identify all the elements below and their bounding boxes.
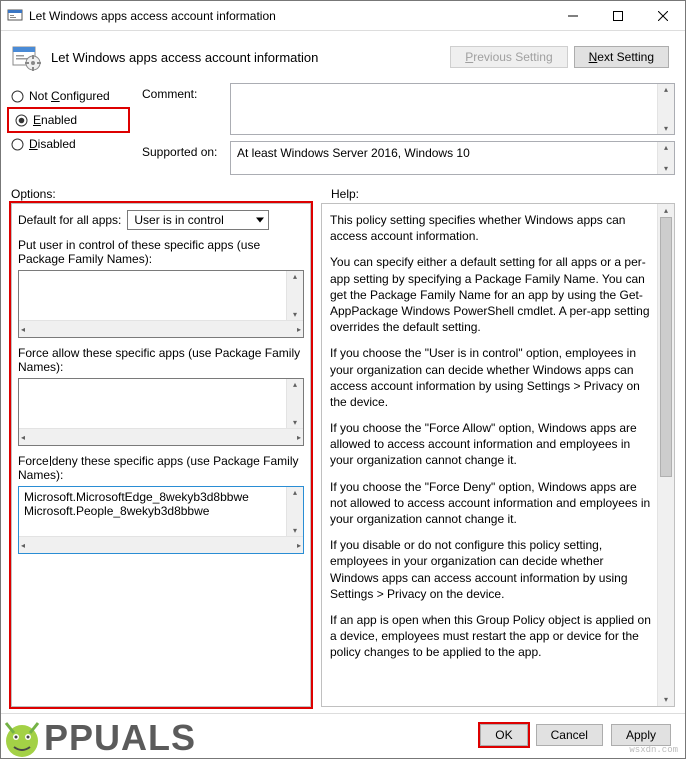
help-panel-container: This policy setting specifies whether Wi… [321,203,675,707]
help-text: You can specify either a default setting… [330,254,652,335]
force-allow-listbox[interactable]: ▴ ▾ ◂ ▸ [18,378,304,446]
chevron-up-icon: ▴ [664,142,668,153]
policy-header: Let Windows apps access account informat… [1,31,685,79]
scrollbar-thumb[interactable] [660,217,672,477]
supported-on-label: Supported on: [142,141,224,159]
chevron-up-icon: ▴ [293,271,297,282]
dialog-window: Let Windows apps access account informat… [0,0,686,759]
site-watermark: wsxdn.com [629,745,678,755]
chevron-down-icon: ▾ [293,525,297,536]
scrollbar[interactable]: ▴ ▾ [657,142,674,174]
radio-disabled[interactable]: Disabled [11,137,126,151]
chevron-down-icon: ▾ [658,693,674,706]
scrollbar[interactable]: ▴ ▾ [286,379,303,428]
close-button[interactable] [640,1,685,31]
h-scrollbar[interactable]: ◂ ▸ [19,320,303,337]
help-text: If you choose the "Force Deny" option, W… [330,479,652,528]
radio-not-configured[interactable]: Not Configured [11,89,126,103]
apply-button[interactable]: Apply [611,724,671,746]
previous-setting-button[interactable]: Previous Setting [450,46,567,68]
help-text: If you choose the "User is in control" o… [330,345,652,410]
radio-not-configured-label: Not Configured [29,89,110,103]
help-text: If you choose the "Force Allow" option, … [330,420,652,469]
options-label: Options: [11,187,311,201]
comment-textarea[interactable]: ▴ ▾ [230,83,675,135]
force-deny-label: Forcedeny these specific apps (use Packa… [18,454,304,482]
chevron-down-icon: ▾ [664,123,668,134]
chevron-down-icon: ▾ [293,309,297,320]
scrollbar[interactable]: ▴ ▾ [286,271,303,320]
scrollbar[interactable]: ▴ ▾ [286,487,303,536]
chevron-up-icon: ▴ [658,204,674,217]
h-scrollbar[interactable]: ◂ ▸ [19,536,303,553]
minimize-button[interactable] [550,1,595,31]
policy-icon [11,41,43,73]
put-user-in-control-label: Put user in control of these specific ap… [18,238,304,266]
next-setting-button[interactable]: Next Setting [574,46,669,68]
options-panel: Default for all apps: User is in control… [11,203,311,707]
help-text: If you disable or do not configure this … [330,537,652,602]
chevron-down-icon: ▾ [293,417,297,428]
chevron-left-icon: ◂ [21,433,25,442]
force-deny-listbox[interactable]: Microsoft.MicrosoftEdge_8wekyb3d8bbwe Mi… [18,486,304,554]
radio-disabled-label: Disabled [29,137,76,151]
window-title: Let Windows apps access account informat… [29,9,550,23]
default-for-all-apps-combo[interactable]: User is in control [127,210,269,230]
ok-button[interactable]: OK [480,724,527,746]
help-scrollbar[interactable]: ▴ ▾ [657,204,674,706]
radio-enabled[interactable]: Enabled [11,111,126,129]
chevron-right-icon: ▸ [297,325,301,334]
supported-on-field: At least Windows Server 2016, Windows 10… [230,141,675,175]
radio-enabled-label: Enabled [33,113,77,127]
chevron-right-icon: ▸ [297,541,301,550]
chevron-up-icon: ▴ [664,84,668,95]
maximize-button[interactable] [595,1,640,31]
help-text: This policy setting specifies whether Wi… [330,212,652,244]
help-label: Help: [331,187,675,201]
app-icon [7,8,23,24]
help-panel: This policy setting specifies whether Wi… [322,204,674,706]
chevron-right-icon: ▸ [297,433,301,442]
chevron-left-icon: ◂ [21,325,25,334]
policy-title: Let Windows apps access account informat… [51,50,442,65]
titlebar: Let Windows apps access account informat… [1,1,685,31]
default-for-all-apps-label: Default for all apps: [18,213,121,227]
chevron-down-icon: ▾ [664,163,668,174]
chevron-up-icon: ▴ [293,379,297,390]
dialog-footer: OK Cancel Apply [1,713,685,758]
cancel-button[interactable]: Cancel [536,724,603,746]
chevron-left-icon: ◂ [21,541,25,550]
force-allow-label: Force allow these specific apps (use Pac… [18,346,304,374]
chevron-up-icon: ▴ [293,487,297,498]
comment-label: Comment: [142,83,224,101]
h-scrollbar[interactable]: ◂ ▸ [19,428,303,445]
put-user-in-control-listbox[interactable]: ▴ ▾ ◂ ▸ [18,270,304,338]
state-radiogroup: Not Configured Enabled Disabled [11,83,126,151]
help-text: If an app is open when this Group Policy… [330,612,652,661]
scrollbar[interactable]: ▴ ▾ [657,84,674,134]
